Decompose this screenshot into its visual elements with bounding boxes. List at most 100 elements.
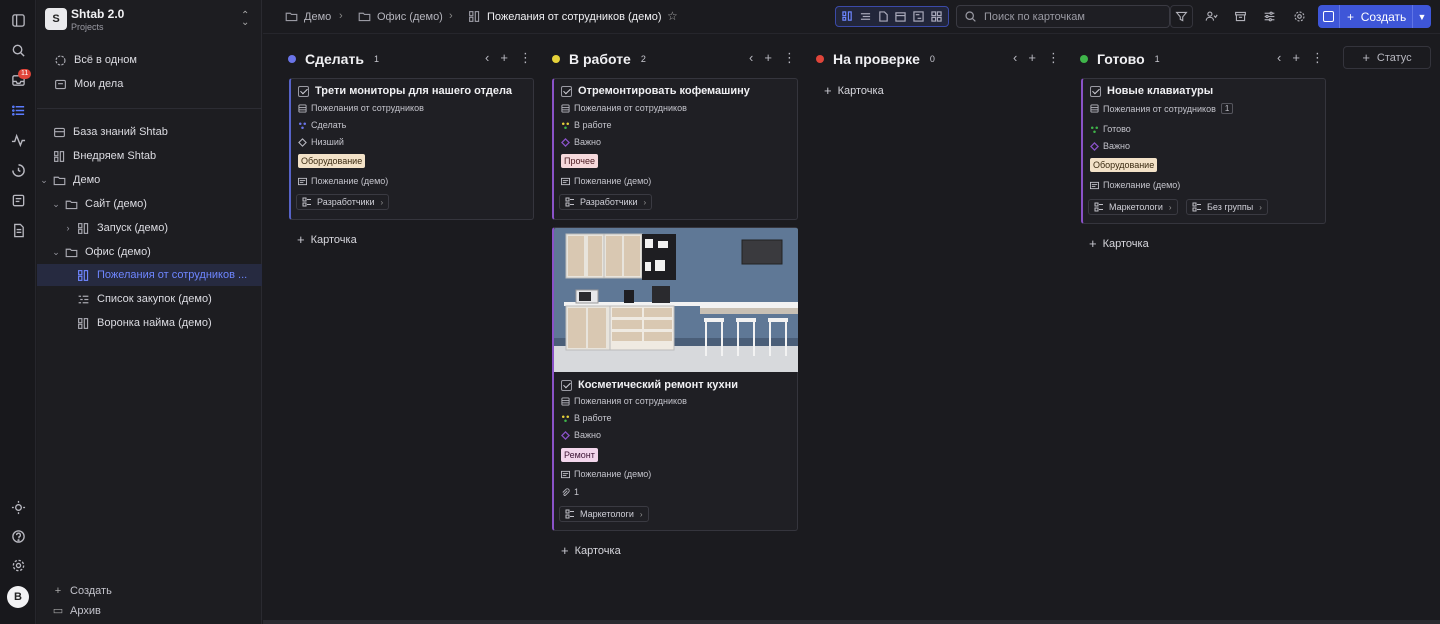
- gantt-view-icon[interactable]: [912, 11, 924, 23]
- checkbox-icon[interactable]: [561, 379, 572, 391]
- card-status[interactable]: В работе: [561, 120, 612, 130]
- group-chip[interactable]: Разработчики ›: [296, 194, 390, 210]
- card-status[interactable]: Сделать: [298, 120, 346, 130]
- column-title[interactable]: В работе: [569, 51, 631, 67]
- group-chip[interactable]: Маркетологи ›: [1088, 199, 1178, 215]
- sidebar-item-my-tasks[interactable]: Мои дела: [37, 73, 262, 95]
- filter-button[interactable]: [1170, 5, 1193, 28]
- card-title[interactable]: Новые клавиатуры: [1090, 85, 1213, 97]
- horizontal-scrollbar[interactable]: [263, 620, 1440, 624]
- breadcrumb-office[interactable]: Офис (демо): [358, 10, 443, 23]
- settings-button[interactable]: [1288, 5, 1311, 28]
- checkbox-icon[interactable]: [298, 85, 309, 97]
- quick-add-icon[interactable]: [1318, 5, 1340, 28]
- card-tag[interactable]: Оборудование: [1090, 158, 1158, 172]
- documents-icon[interactable]: [8, 220, 28, 240]
- help-icon[interactable]: [8, 526, 28, 546]
- sidebar-item-hiring-funnel[interactable]: Воронка найма (демо): [37, 312, 262, 334]
- create-button[interactable]: + Создать ▼: [1318, 5, 1431, 28]
- search-icon[interactable]: [8, 40, 28, 60]
- chevron-down-icon[interactable]: ⌄: [51, 199, 61, 210]
- card[interactable]: Новые клавиатуры Пожелания от сотруднико…: [1081, 78, 1326, 224]
- chevron-down-icon[interactable]: ⌄: [51, 247, 61, 258]
- sidebar-item-site[interactable]: ⌄ Сайт (демо): [37, 193, 262, 215]
- sidebar-item-demo[interactable]: ⌄ Демо: [37, 169, 262, 191]
- workspace-switcher[interactable]: S Shtab 2.0 Projects ⌃ ⌄: [45, 7, 255, 33]
- breadcrumb-demo[interactable]: Демо: [285, 10, 331, 23]
- chevron-right-icon[interactable]: ›: [63, 223, 73, 233]
- card-tag[interactable]: Прочее: [561, 154, 598, 168]
- plus-icon[interactable]: +: [1292, 50, 1300, 66]
- card[interactable]: Отремонтировать кофемашину Пожелания от …: [552, 78, 798, 220]
- plus-icon[interactable]: +: [500, 50, 508, 66]
- sidebar-archive-button[interactable]: ▭ Архив: [51, 604, 101, 618]
- breadcrumb-current[interactable]: Пожелания от сотрудников (демо): [468, 10, 662, 23]
- chevron-down-icon[interactable]: ▼: [1412, 5, 1431, 28]
- sidebar-item-office[interactable]: ⌄ Офис (демо): [37, 241, 262, 263]
- card[interactable]: Косметический ремонт кухни Пожелания от …: [552, 227, 798, 531]
- settings-icon[interactable]: [8, 555, 28, 575]
- add-card-button[interactable]: + Карточка: [1089, 236, 1149, 251]
- sidebar-item-all-in-one[interactable]: Всё в одном: [37, 49, 262, 71]
- card-title[interactable]: Отремонтировать кофемашину: [561, 85, 750, 97]
- time-tracking-icon[interactable]: [8, 160, 28, 180]
- card-tag[interactable]: Оборудование: [298, 154, 366, 168]
- plus-icon[interactable]: +: [1028, 50, 1036, 66]
- avatar[interactable]: B: [7, 586, 29, 608]
- group-chip[interactable]: Разработчики ›: [559, 194, 653, 210]
- more-vertical-icon[interactable]: ⋮: [1047, 50, 1060, 66]
- doc-view-icon[interactable]: [877, 11, 889, 23]
- kanban-view-icon[interactable]: [842, 11, 854, 23]
- members-button[interactable]: [1200, 5, 1223, 28]
- card-priority[interactable]: Важно: [561, 137, 601, 147]
- card-status[interactable]: В работе: [561, 413, 612, 423]
- chevron-left-icon[interactable]: ‹: [485, 50, 489, 66]
- sidebar-create-button[interactable]: + Создать: [51, 585, 112, 597]
- star-icon[interactable]: ☆: [667, 9, 678, 23]
- chevron-left-icon[interactable]: ‹: [1013, 50, 1017, 66]
- sidebar-item-launch[interactable]: › Запуск (демо): [37, 217, 262, 239]
- add-card-button[interactable]: + Карточка: [824, 83, 884, 98]
- more-vertical-icon[interactable]: ⋮: [1311, 50, 1324, 66]
- group-chip[interactable]: Без группы ›: [1186, 199, 1268, 215]
- card-title[interactable]: Трети мониторы для нашего отдела: [298, 85, 512, 97]
- sidebar-item-knowledge-base[interactable]: База знаний Shtab: [37, 121, 262, 143]
- chevron-down-icon[interactable]: ⌄: [39, 175, 49, 186]
- card-title[interactable]: Косметический ремонт кухни: [561, 379, 738, 391]
- card-status[interactable]: Готово: [1090, 124, 1131, 134]
- projects-icon[interactable]: [8, 100, 28, 120]
- more-vertical-icon[interactable]: ⋮: [519, 50, 532, 66]
- card[interactable]: Трети мониторы для нашего отдела Пожелан…: [289, 78, 534, 220]
- column-title[interactable]: Сделать: [305, 51, 364, 67]
- card-priority[interactable]: Низший: [298, 137, 344, 147]
- column-title[interactable]: На проверке: [833, 51, 920, 67]
- activity-icon[interactable]: [8, 130, 28, 150]
- plus-icon[interactable]: +: [764, 50, 772, 66]
- chevron-left-icon[interactable]: ‹: [749, 50, 753, 66]
- add-card-button[interactable]: + Карточка: [561, 543, 621, 558]
- group-chip[interactable]: Маркетологи ›: [559, 506, 649, 522]
- reports-icon[interactable]: [8, 190, 28, 210]
- grid-view-icon[interactable]: [930, 11, 942, 23]
- sidebar-item-purchase-list[interactable]: Список закупок (демо): [37, 288, 262, 310]
- list-view-icon[interactable]: [859, 11, 871, 23]
- sidebar-item-implementing[interactable]: Внедряем Shtab: [37, 145, 262, 167]
- chevron-left-icon[interactable]: ‹: [1277, 50, 1281, 66]
- card-attachments[interactable]: 1: [561, 487, 579, 497]
- column-title[interactable]: Готово: [1097, 51, 1145, 67]
- calendar-view-icon[interactable]: [895, 11, 907, 23]
- more-vertical-icon[interactable]: ⋮: [783, 50, 796, 66]
- archive-board-button[interactable]: [1229, 5, 1252, 28]
- sidebar-toggle-icon[interactable]: [8, 10, 28, 30]
- card-priority[interactable]: Важно: [561, 430, 601, 440]
- card-priority[interactable]: Важно: [1090, 141, 1130, 151]
- add-status-button[interactable]: + Статус: [1343, 46, 1431, 69]
- checkbox-icon[interactable]: [561, 85, 572, 97]
- search-input[interactable]: Поиск по карточкам: [956, 5, 1170, 28]
- board-settings-button[interactable]: [1258, 5, 1281, 28]
- checkbox-icon[interactable]: [1090, 85, 1101, 97]
- card-tag[interactable]: Ремонт: [561, 448, 598, 462]
- sidebar-item-employee-wishes[interactable]: Пожелания от сотрудников ...: [37, 264, 262, 286]
- add-card-button[interactable]: + Карточка: [297, 232, 357, 247]
- theme-icon[interactable]: [8, 497, 28, 517]
